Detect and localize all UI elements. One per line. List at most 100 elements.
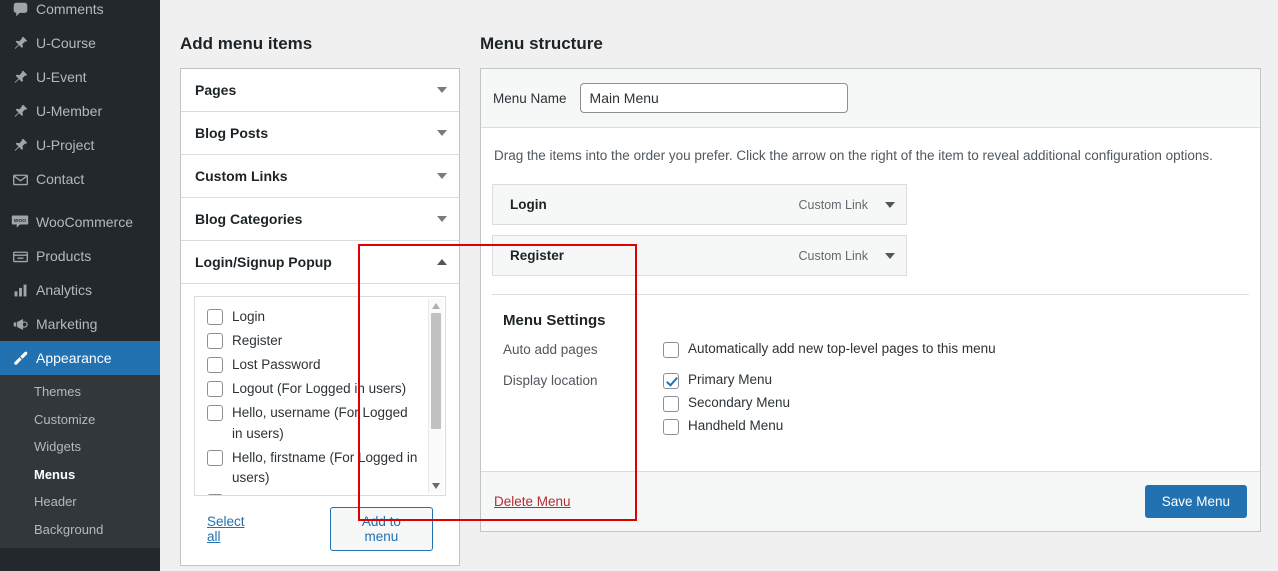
accordion-header-blog-categories[interactable]: Blog Categories: [181, 198, 459, 241]
sidebar-item-u-course[interactable]: U-Course: [0, 26, 160, 60]
accordion-header-custom-links[interactable]: Custom Links: [181, 155, 459, 198]
admin-sidebar: Comments U-Course U-Event U-Member U-Pro: [0, 0, 160, 571]
sidebar-item-analytics[interactable]: Analytics: [0, 273, 160, 307]
accordion-header-login-signup-popup[interactable]: Login/Signup Popup: [181, 241, 459, 284]
sidebar-divider: [0, 196, 160, 205]
scrollbar-thumb[interactable]: [431, 313, 441, 429]
menu-structure-help-text: Drag the items into the order you prefer…: [494, 148, 1213, 163]
menu-structure-inner: Drag the items into the order you prefer…: [481, 128, 1260, 471]
sidebar-item-u-event[interactable]: U-Event: [0, 60, 160, 94]
checkbox-row-partial[interactable]: [207, 492, 423, 495]
sidebar-subitem-customize[interactable]: Customize: [0, 406, 160, 434]
checkbox-row-hello-username[interactable]: Hello, username (For Logged in users): [207, 403, 423, 445]
location-checkbox-row-secondary[interactable]: Secondary Menu: [663, 395, 1238, 413]
display-location-row: Display location Primary Menu Secondary …: [503, 372, 1238, 441]
sidebar-item-u-member[interactable]: U-Member: [0, 94, 160, 128]
menu-item-row-register[interactable]: Register Custom Link: [492, 235, 907, 277]
scroll-down-icon[interactable]: [432, 483, 440, 489]
location-label: Secondary Menu: [688, 395, 791, 411]
accordion-label: Custom Links: [195, 168, 288, 184]
checkbox-icon[interactable]: [207, 309, 223, 325]
sidebar-subitem-background[interactable]: Background: [0, 516, 160, 544]
checkbox-icon[interactable]: [207, 380, 223, 397]
checkbox-row-logout[interactable]: Logout (For Logged in users): [207, 379, 423, 400]
menu-settings-title: Menu Settings: [503, 312, 606, 330]
save-menu-button[interactable]: Save Menu: [1144, 485, 1247, 519]
auto-add-pages-options: Automatically add new top-level pages to…: [663, 341, 1238, 364]
chart-bar-icon: [6, 282, 34, 299]
sidebar-item-label: U-Project: [36, 137, 95, 153]
add-menu-items-accordion: Pages Blog Posts Custom Links Blog Categ…: [180, 68, 460, 566]
sidebar-item-marketing[interactable]: Marketing: [0, 307, 160, 341]
accordion-label: Blog Categories: [195, 211, 303, 227]
sidebar-item-products[interactable]: Products: [0, 239, 160, 273]
chevron-down-icon[interactable]: [437, 216, 447, 222]
pin-icon: [6, 69, 34, 86]
chevron-up-icon[interactable]: [437, 259, 447, 265]
location-checkbox-row-handheld[interactable]: Handheld Menu: [663, 418, 1238, 436]
menu-structure-footer: Delete Menu Save Menu: [481, 471, 1260, 532]
checkbox-icon[interactable]: [663, 419, 679, 436]
sidebar-subitem-widgets[interactable]: Widgets: [0, 433, 160, 461]
menu-item-type: Custom Link: [798, 248, 868, 263]
checkbox-checked-icon[interactable]: [663, 373, 679, 390]
sidebar-item-label: Appearance: [36, 350, 112, 366]
accordion-header-pages[interactable]: Pages: [181, 69, 459, 112]
auto-add-pages-option-label: Automatically add new top-level pages to…: [688, 341, 996, 357]
checkbox-row-lost-password[interactable]: Lost Password: [207, 355, 423, 376]
menu-structure-title: Menu structure: [480, 34, 603, 53]
menu-item-checklist: Login Register Lost Password Logout (For…: [194, 296, 446, 496]
menu-settings-section: Menu Settings Auto add pages Automatical…: [492, 294, 1249, 471]
checkbox-row-register[interactable]: Register: [207, 331, 423, 352]
accordion-label: Pages: [195, 82, 237, 98]
main-content: Add menu items Pages Blog Posts Custom L…: [160, 0, 1278, 571]
checklist-scrollbar[interactable]: [428, 299, 443, 493]
display-location-label: Display location: [503, 373, 598, 389]
checkbox-label: Hello, username (For Logged in users): [232, 404, 408, 441]
products-icon: [6, 248, 34, 265]
checkbox-icon[interactable]: [207, 449, 223, 466]
chevron-down-icon[interactable]: [437, 87, 447, 93]
checkbox-row-login[interactable]: Login: [207, 307, 423, 328]
checkbox-icon[interactable]: [207, 332, 223, 349]
select-all-link[interactable]: Select all: [207, 514, 261, 544]
menu-name-row: Menu Name: [481, 69, 1260, 128]
sidebar-item-woocommerce[interactable]: WOO WooCommerce: [0, 205, 160, 239]
sidebar-item-label: U-Course: [36, 35, 96, 51]
chevron-down-icon[interactable]: [437, 173, 447, 179]
accordion-label: Login/Signup Popup: [195, 254, 332, 270]
sidebar-item-comments[interactable]: Comments: [0, 0, 160, 26]
checkbox-row-hello-firstname[interactable]: Hello, firstname (For Logged in users): [207, 448, 423, 490]
accordion-header-blog-posts[interactable]: Blog Posts: [181, 112, 459, 155]
sidebar-item-u-project[interactable]: U-Project: [0, 128, 160, 162]
checkbox-icon[interactable]: [663, 342, 679, 359]
sidebar-subitem-header[interactable]: Header: [0, 488, 160, 516]
add-to-menu-button[interactable]: Add to menu: [329, 507, 433, 551]
checkbox-icon[interactable]: [207, 356, 223, 373]
menu-item-title: Login: [510, 197, 547, 213]
sidebar-item-appearance[interactable]: Appearance: [0, 341, 160, 375]
location-checkbox-row-primary[interactable]: Primary Menu: [663, 372, 1238, 390]
auto-add-pages-checkbox-row[interactable]: Automatically add new top-level pages to…: [663, 341, 1238, 359]
wordpress-admin-screen: Comments U-Course U-Event U-Member U-Pro: [0, 0, 1278, 571]
checkbox-icon[interactable]: [663, 396, 679, 413]
chevron-down-icon[interactable]: [885, 252, 895, 259]
auto-add-pages-row: Auto add pages Automatically add new top…: [503, 341, 1238, 364]
scroll-up-icon[interactable]: [432, 303, 440, 309]
menu-item-row-login[interactable]: Login Custom Link: [492, 184, 907, 226]
checkbox-label: Hello, firstname (For Logged in users): [232, 449, 418, 486]
pin-icon: [6, 103, 34, 120]
chevron-down-icon[interactable]: [437, 130, 447, 136]
sidebar-subitem-themes[interactable]: Themes: [0, 378, 160, 406]
sidebar-item-label: Marketing: [36, 316, 98, 332]
sidebar-item-label: WooCommerce: [36, 214, 133, 230]
sidebar-subitem-menus[interactable]: Menus: [0, 461, 160, 489]
pin-icon: [6, 35, 34, 52]
sidebar-item-contact[interactable]: Contact: [0, 162, 160, 196]
checkbox-icon[interactable]: [207, 494, 223, 495]
checkbox-icon[interactable]: [207, 404, 223, 421]
chevron-down-icon[interactable]: [885, 201, 895, 208]
menu-name-input[interactable]: [579, 83, 848, 113]
display-location-options: Primary Menu Secondary Menu Handheld Men…: [663, 372, 1238, 441]
delete-menu-link[interactable]: Delete Menu: [494, 494, 571, 509]
